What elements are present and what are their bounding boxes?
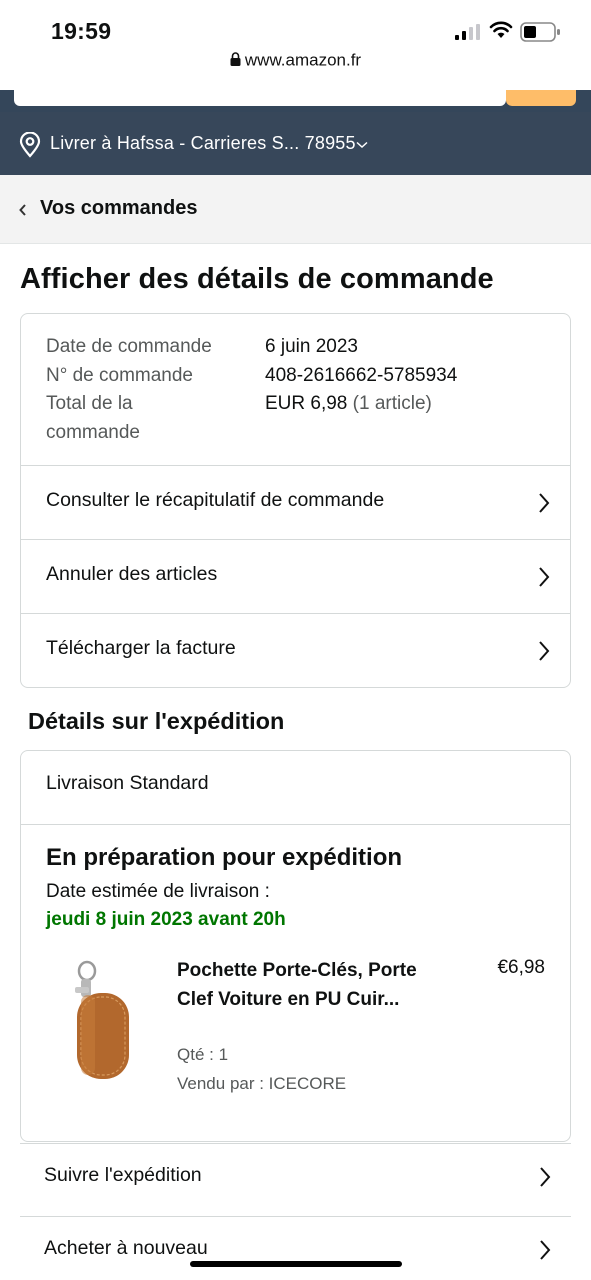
estimated-delivery-label: Date estimée de livraison : — [46, 881, 270, 902]
shipment-status: En préparation pour expédition — [46, 844, 403, 871]
url-bar[interactable]: www.amazon.fr — [0, 50, 591, 90]
cellular-signal-icon — [455, 24, 480, 40]
delivery-location-text: Livrer à Hafssa - Carrieres S... 78955 — [50, 133, 356, 153]
product-name-link[interactable]: Pochette Porte-Clés, Porte Clef Voiture … — [177, 957, 417, 1014]
order-summary-card: Date de commande 6 juin 2023 N° de comma… — [20, 313, 571, 688]
search-button[interactable] — [506, 90, 576, 106]
home-indicator[interactable] — [190, 1261, 402, 1267]
shipping-method: Livraison Standard — [21, 751, 570, 825]
buy-again-label: Acheter à nouveau — [44, 1237, 208, 1259]
shipment-card: Livraison Standard En préparation pour e… — [20, 750, 571, 1142]
buy-again-row[interactable]: Acheter à nouveau — [20, 1216, 571, 1280]
cancel-items-label: Annuler des articles — [46, 563, 218, 585]
order-total-label: Total de la commande — [46, 393, 140, 443]
track-shipment-row[interactable]: Suivre l'expédition — [20, 1143, 571, 1216]
shipment-section-title: Détails sur l'expédition — [28, 708, 285, 734]
delivery-location-bar[interactable]: Livrer à Hafssa - Carrieres S... 78955 — [0, 112, 591, 175]
breadcrumb-link[interactable]: Vos commandes — [40, 197, 197, 220]
chevron-right-icon — [540, 1167, 551, 1187]
order-number-label: N° de commande — [46, 364, 193, 386]
status-time: 19:59 — [51, 18, 112, 44]
view-order-summary-row[interactable]: Consulter le récapitulatif de commande — [21, 466, 570, 540]
chevron-right-icon — [539, 641, 550, 661]
product-seller: Vendu par : ICECORE — [177, 1074, 347, 1093]
cancel-items-row[interactable]: Annuler des articles — [21, 540, 570, 614]
download-invoice-label: Télécharger la facture — [46, 637, 236, 659]
download-invoice-row[interactable]: Télécharger la facture — [21, 614, 570, 687]
search-input[interactable] — [14, 90, 506, 106]
chevron-right-icon — [539, 493, 550, 513]
order-total-amount: EUR 6,98 — [265, 393, 348, 414]
track-shipment-label: Suivre l'expédition — [44, 1164, 202, 1186]
product-image[interactable] — [61, 959, 141, 1087]
url-text: www.amazon.fr — [244, 50, 362, 70]
order-date-value: 6 juin 2023 — [265, 336, 358, 357]
product-quantity: Qté : 1 — [177, 1045, 229, 1064]
lock-icon — [230, 52, 241, 67]
battery-icon — [520, 22, 560, 42]
chevron-right-icon — [539, 567, 550, 587]
view-order-summary-label: Consulter le récapitulatif de commande — [46, 489, 385, 511]
product-price: €6,98 — [497, 957, 545, 978]
status-bar: 19:59 — [0, 0, 591, 50]
breadcrumb[interactable]: Vos commandes — [0, 175, 591, 244]
chevron-right-icon — [540, 1240, 551, 1260]
order-item-count: (1 article) — [352, 393, 432, 414]
order-number-value: 408-2616662-5785934 — [265, 364, 458, 386]
chevron-left-icon — [19, 204, 26, 216]
location-pin-icon — [19, 132, 41, 158]
chevron-down-icon — [356, 141, 368, 149]
wifi-icon — [489, 21, 513, 38]
estimated-delivery-date: jeudi 8 juin 2023 avant 20h — [46, 909, 286, 930]
order-info: Date de commande 6 juin 2023 N° de comma… — [21, 314, 570, 466]
order-date-label: Date de commande — [46, 336, 212, 357]
order-total-value: EUR 6,98 (1 article) — [265, 390, 432, 419]
page-title: Afficher des détails de commande — [20, 263, 494, 295]
